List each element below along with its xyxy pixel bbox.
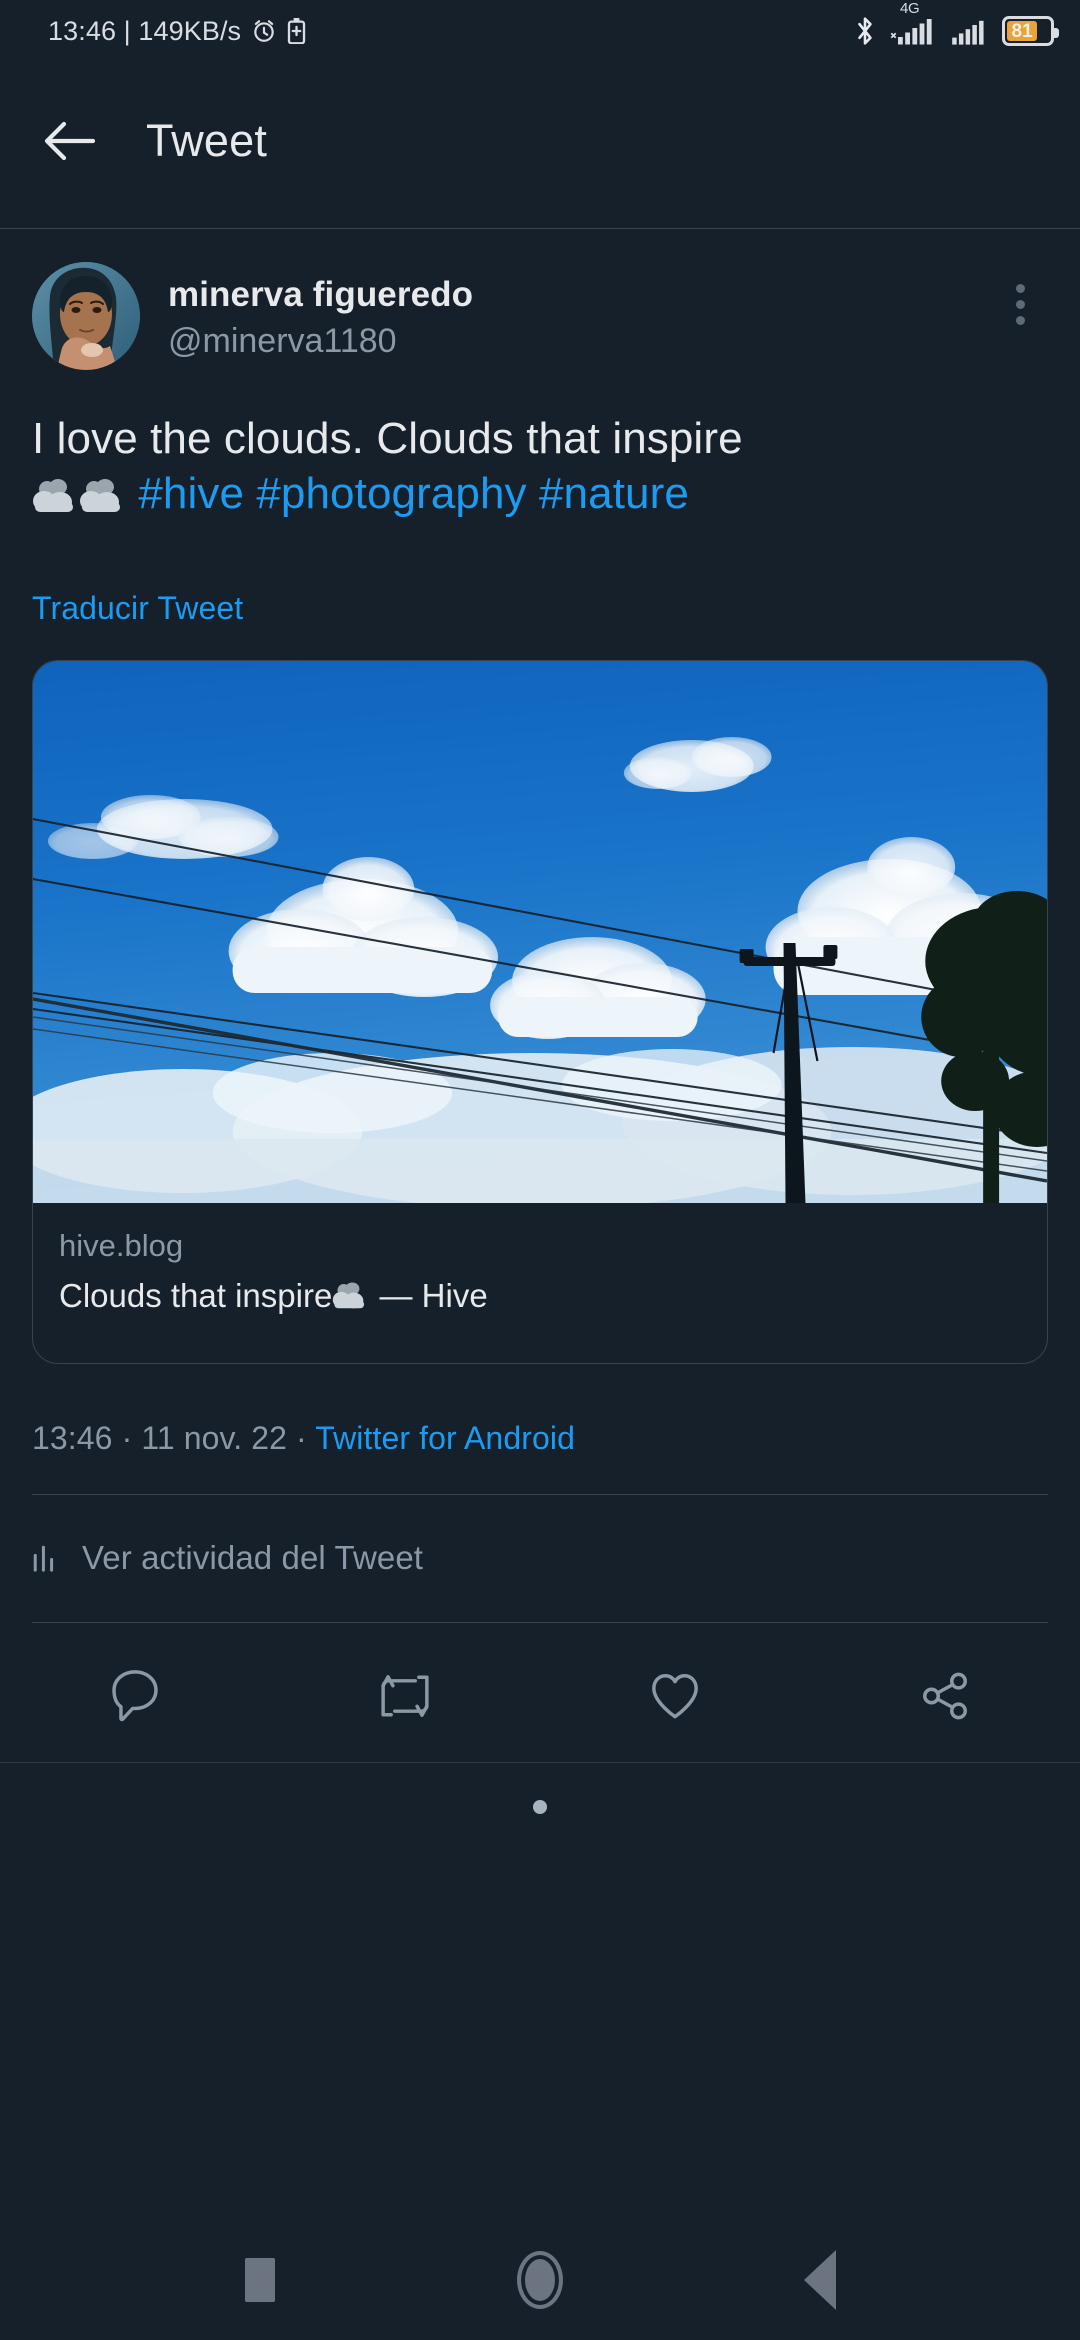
home-button[interactable] (485, 2225, 595, 2335)
status-bar-left: 13:46 | 149KB/s (48, 16, 306, 47)
cellular-signal-group-1: 4G (890, 0, 936, 46)
card-title-text-before: Clouds that inspire (59, 1276, 333, 1314)
page-title: Tweet (146, 115, 268, 166)
card-body: hive.blog Clouds that inspire — Hive (33, 1203, 1047, 1318)
tweet-body: I love the clouds. Clouds that inspire #… (0, 412, 1080, 521)
phone-screen: 13:46 | 149KB/s 4G 81 Tweet minerva figu… (0, 0, 1080, 2340)
share-button[interactable] (810, 1628, 1080, 1764)
divider-above-actions (32, 1622, 1048, 1623)
view-tweet-activity-label: Ver actividad del Tweet (82, 1539, 424, 1576)
reply-comment-icon (108, 1667, 162, 1725)
tweet-author-row: minerva figueredo @minerva1180 (0, 262, 1080, 370)
card-domain: hive.blog (59, 1228, 184, 1263)
alarm-clock-icon (251, 18, 277, 44)
view-tweet-activity-row[interactable]: Ver actividad del Tweet (32, 1512, 1048, 1604)
tweet-action-bar (0, 1628, 1080, 1764)
share-icon (918, 1669, 972, 1723)
cellular-signal-icon (890, 16, 936, 46)
like-button[interactable] (540, 1628, 810, 1764)
battery-percent-label: 81 (1011, 20, 1033, 42)
reply-button[interactable] (0, 1628, 270, 1764)
cloud-emoji (32, 474, 78, 514)
retweet-icon (376, 1669, 434, 1723)
author-display-name[interactable]: minerva figueredo (168, 274, 990, 315)
cellular-signal-icon (949, 18, 989, 46)
back-button[interactable] (765, 2225, 875, 2335)
android-navigation-bar (0, 2220, 1080, 2340)
status-clock-and-speed: 13:46 | 149KB/s (48, 15, 242, 46)
more-vertical-icon[interactable] (990, 274, 1050, 334)
battery-fill: 81 (1007, 20, 1038, 42)
more-dot (1015, 299, 1025, 309)
divider-below-actions (0, 1762, 1080, 1763)
battery-indicator: 81 (1002, 16, 1059, 46)
retweet-button[interactable] (270, 1628, 540, 1764)
status-bar-right: 4G 81 (853, 0, 1059, 46)
recents-square-icon (245, 2258, 275, 2302)
header-divider (0, 228, 1080, 229)
bluetooth-icon (853, 16, 877, 46)
heart-icon (648, 1669, 702, 1723)
app-header: Tweet (0, 62, 1080, 220)
cloud-emoji (79, 474, 125, 514)
tweet-body-text: I love the clouds. Clouds that inspire (32, 414, 743, 463)
card-title-text-after: — Hive (370, 1276, 488, 1314)
divider-above-activity (32, 1494, 1048, 1495)
battery-saver-icon (287, 18, 306, 45)
author-handle[interactable]: @minerva1180 (168, 319, 990, 363)
tweet-meta-row: 13:46 · 11 nov. 22 · Twitter for Android (32, 1420, 575, 1457)
more-dot (1015, 283, 1025, 293)
back-triangle-icon (804, 2250, 836, 2310)
recents-button[interactable] (205, 2225, 315, 2335)
link-preview-card[interactable]: hive.blog Clouds that inspire — Hive (32, 660, 1048, 1364)
loading-indicator-dot (533, 1800, 547, 1814)
card-photo[interactable] (33, 661, 1047, 1203)
avatar[interactable] (32, 262, 140, 370)
home-circle-icon (517, 2251, 563, 2309)
translate-tweet-link[interactable]: Traducir Tweet (32, 590, 243, 627)
more-dot (1015, 315, 1025, 325)
network-type-label: 4G (900, 0, 920, 17)
tweet-hashtags[interactable]: #hive #photography #nature (138, 469, 689, 518)
tweet-source-link[interactable]: Twitter for Android (315, 1420, 575, 1456)
status-bar: 13:46 | 149KB/s 4G 81 (0, 0, 1080, 62)
card-title: Clouds that inspire — Hive (59, 1275, 1021, 1318)
bar-chart-icon (32, 1543, 60, 1573)
cloud-emoji (332, 1279, 368, 1311)
tweet-timestamp: 13:46 · 11 nov. 22 · (32, 1420, 316, 1456)
back-arrow-icon[interactable] (44, 119, 96, 163)
author-names: minerva figueredo @minerva1180 (168, 262, 990, 363)
